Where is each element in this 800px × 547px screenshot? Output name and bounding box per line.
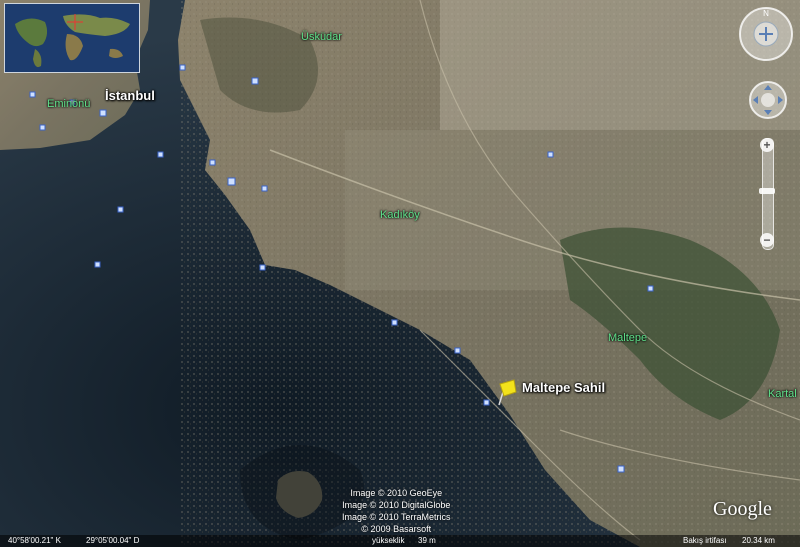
photo-marker[interactable] xyxy=(483,399,490,406)
photo-marker[interactable] xyxy=(29,91,36,98)
move-control[interactable] xyxy=(748,80,788,120)
status-bar: 40°58'00.21" K 29°05'00.04" D yükseklik … xyxy=(0,535,800,547)
photo-marker[interactable] xyxy=(617,465,625,473)
overview-map[interactable] xyxy=(4,3,140,73)
photo-marker[interactable] xyxy=(39,124,46,131)
photo-marker[interactable] xyxy=(179,64,186,71)
latitude-readout: 40°58'00.21" K xyxy=(8,536,61,545)
label-maltepe: Maltepe xyxy=(608,332,648,344)
north-indicator: N xyxy=(763,9,769,18)
photo-marker[interactable] xyxy=(227,177,236,186)
photo-marker[interactable] xyxy=(391,319,398,326)
eye-altitude-value: 20.34 km xyxy=(742,536,775,545)
photo-marker[interactable] xyxy=(251,77,259,85)
look-around-control[interactable]: N xyxy=(738,6,794,62)
photo-marker[interactable] xyxy=(454,347,461,354)
credit-line: Image © 2010 TerraMetrics xyxy=(342,512,451,522)
photo-marker[interactable] xyxy=(94,261,101,268)
photo-marker[interactable] xyxy=(259,264,266,271)
google-logo: Google xyxy=(713,498,772,520)
photo-marker[interactable] xyxy=(157,151,164,158)
label-eminonu: Eminönü xyxy=(47,98,91,110)
photo-marker[interactable] xyxy=(209,159,216,166)
photo-marker[interactable] xyxy=(261,185,268,192)
credit-line: Image © 2010 GeoEye xyxy=(350,488,443,498)
label-kadikoy: Kadıköy xyxy=(380,209,420,221)
longitude-readout: 29°05'00.04" D xyxy=(86,536,140,545)
photo-marker[interactable] xyxy=(647,285,654,292)
photo-marker[interactable] xyxy=(99,109,107,117)
label-kartal: Kartal xyxy=(768,388,797,400)
label-uskudar: Üsküdar xyxy=(301,31,342,43)
elevation-label: yükseklik xyxy=(372,536,405,545)
photo-marker[interactable] xyxy=(117,206,124,213)
credit-line: © 2009 Basarsoft xyxy=(361,524,432,534)
photo-marker[interactable] xyxy=(547,151,554,158)
zoom-slider-handle[interactable] xyxy=(759,188,775,194)
elevation-value: 39 m xyxy=(418,536,436,545)
placemark-label[interactable]: Maltepe Sahil xyxy=(522,380,605,395)
label-istanbul: İstanbul xyxy=(105,88,155,103)
zoom-in-button[interactable]: + xyxy=(760,138,774,152)
zoom-out-button[interactable]: − xyxy=(760,233,774,247)
imagery-credits: Image © 2010 GeoEye Image © 2010 Digital… xyxy=(342,487,451,535)
satellite-map[interactable] xyxy=(0,0,800,547)
credit-line: Image © 2010 DigitalGlobe xyxy=(342,500,451,510)
eye-altitude-label: Bakış irtifası xyxy=(683,536,727,545)
